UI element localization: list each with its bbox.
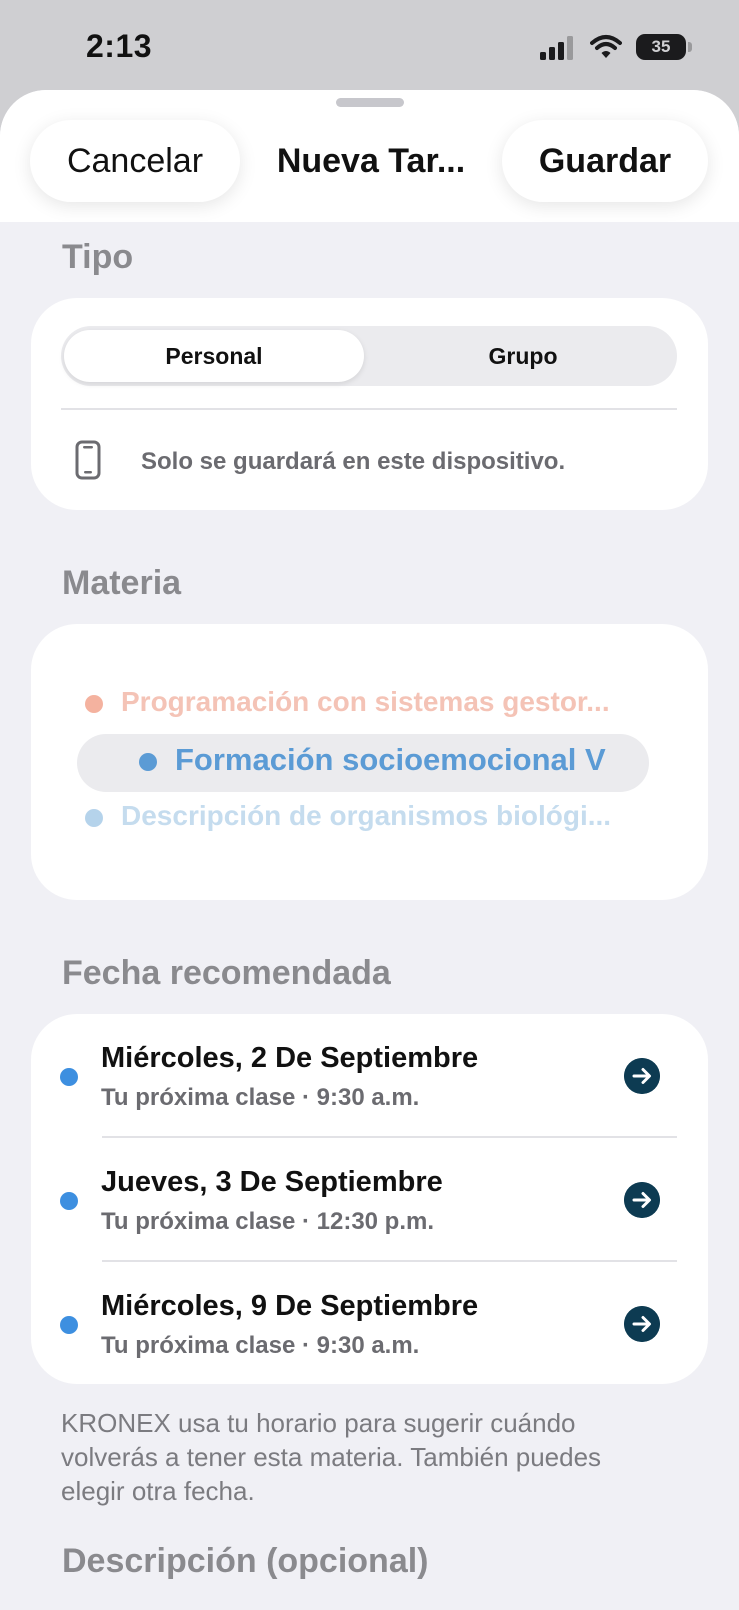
sheet-header: Cancelar Nueva Tar... Guardar [0, 90, 739, 222]
date-detail: Tu próxima clase · 12:30 p.m. [101, 1208, 435, 1235]
fecha-card: Miércoles, 2 De Septiembre Tu próxima cl… [31, 1014, 708, 1384]
tipo-note: Solo se guardará en este dispositivo. [141, 448, 566, 475]
type-segmented-control: Personal Grupo [61, 326, 677, 386]
status-bar: 2:13 35 [0, 0, 739, 92]
divider [61, 408, 677, 410]
date-dot [60, 1192, 78, 1210]
picker-item[interactable]: Programación con sistemas gestor... [85, 686, 695, 718]
section-title-fecha: Fecha recomendada [62, 954, 391, 992]
phone-icon [75, 440, 101, 480]
picker-item-selected[interactable]: Formación socioemocional V [139, 742, 679, 778]
date-detail: Tu próxima clase · 9:30 a.m. [101, 1332, 420, 1359]
date-label: Miércoles, 9 De Septiembre [101, 1290, 479, 1322]
save-button[interactable]: Guardar [502, 120, 708, 202]
battery-icon: 35 [636, 34, 686, 60]
date-dot [60, 1316, 78, 1334]
subject-color-dot [85, 694, 103, 713]
sheet-grabber[interactable] [336, 98, 404, 107]
picker-item-label: Descripción de organismos biológi... [121, 800, 612, 831]
cancel-button[interactable]: Cancelar [30, 120, 240, 202]
arrow-right-circle-icon[interactable] [624, 1306, 660, 1342]
sheet-title: Nueva Tar... [276, 142, 466, 180]
date-option[interactable]: Miércoles, 2 De Septiembre Tu próxima cl… [31, 1014, 708, 1138]
status-time: 2:13 [86, 28, 153, 64]
date-label: Miércoles, 2 De Septiembre [101, 1042, 479, 1074]
section-title-tipo: Tipo [62, 238, 134, 276]
arrow-right-circle-icon[interactable] [624, 1058, 660, 1094]
wifi-icon [590, 35, 622, 58]
tipo-card: Personal Grupo Solo se guardará en este … [31, 298, 708, 510]
picker-item-label: Programación con sistemas gestor... [121, 686, 610, 717]
segment-personal[interactable]: Personal [64, 330, 364, 382]
fecha-footnote: KRONEX usa tu horario para sugerir cuánd… [61, 1408, 602, 1506]
date-detail: Tu próxima clase · 9:30 a.m. [101, 1084, 420, 1111]
date-label: Jueves, 3 De Septiembre [101, 1166, 443, 1198]
date-option[interactable]: Jueves, 3 De Septiembre Tu próxima clase… [31, 1138, 708, 1262]
date-dot [60, 1068, 78, 1086]
picker-item-label: Formación socioemocional V [175, 742, 606, 777]
date-option[interactable]: Miércoles, 9 De Septiembre Tu próxima cl… [31, 1262, 708, 1386]
subject-color-dot [85, 808, 103, 827]
picker-item[interactable]: Descripción de organismos biológi... [85, 800, 695, 832]
battery-tip [688, 42, 692, 52]
section-title-descripcion: Descripción (opcional) [62, 1542, 429, 1580]
section-title-materia: Materia [62, 564, 182, 602]
new-task-sheet: Cancelar Nueva Tar... Guardar Tipo Perso… [0, 90, 739, 1610]
subject-color-dot [139, 752, 157, 771]
segment-grupo[interactable]: Grupo [373, 330, 673, 382]
materia-picker-card[interactable]: Programación con sistemas gestor... Form… [31, 624, 708, 900]
arrow-right-circle-icon[interactable] [624, 1182, 660, 1218]
cellular-signal-icon [540, 36, 573, 60]
